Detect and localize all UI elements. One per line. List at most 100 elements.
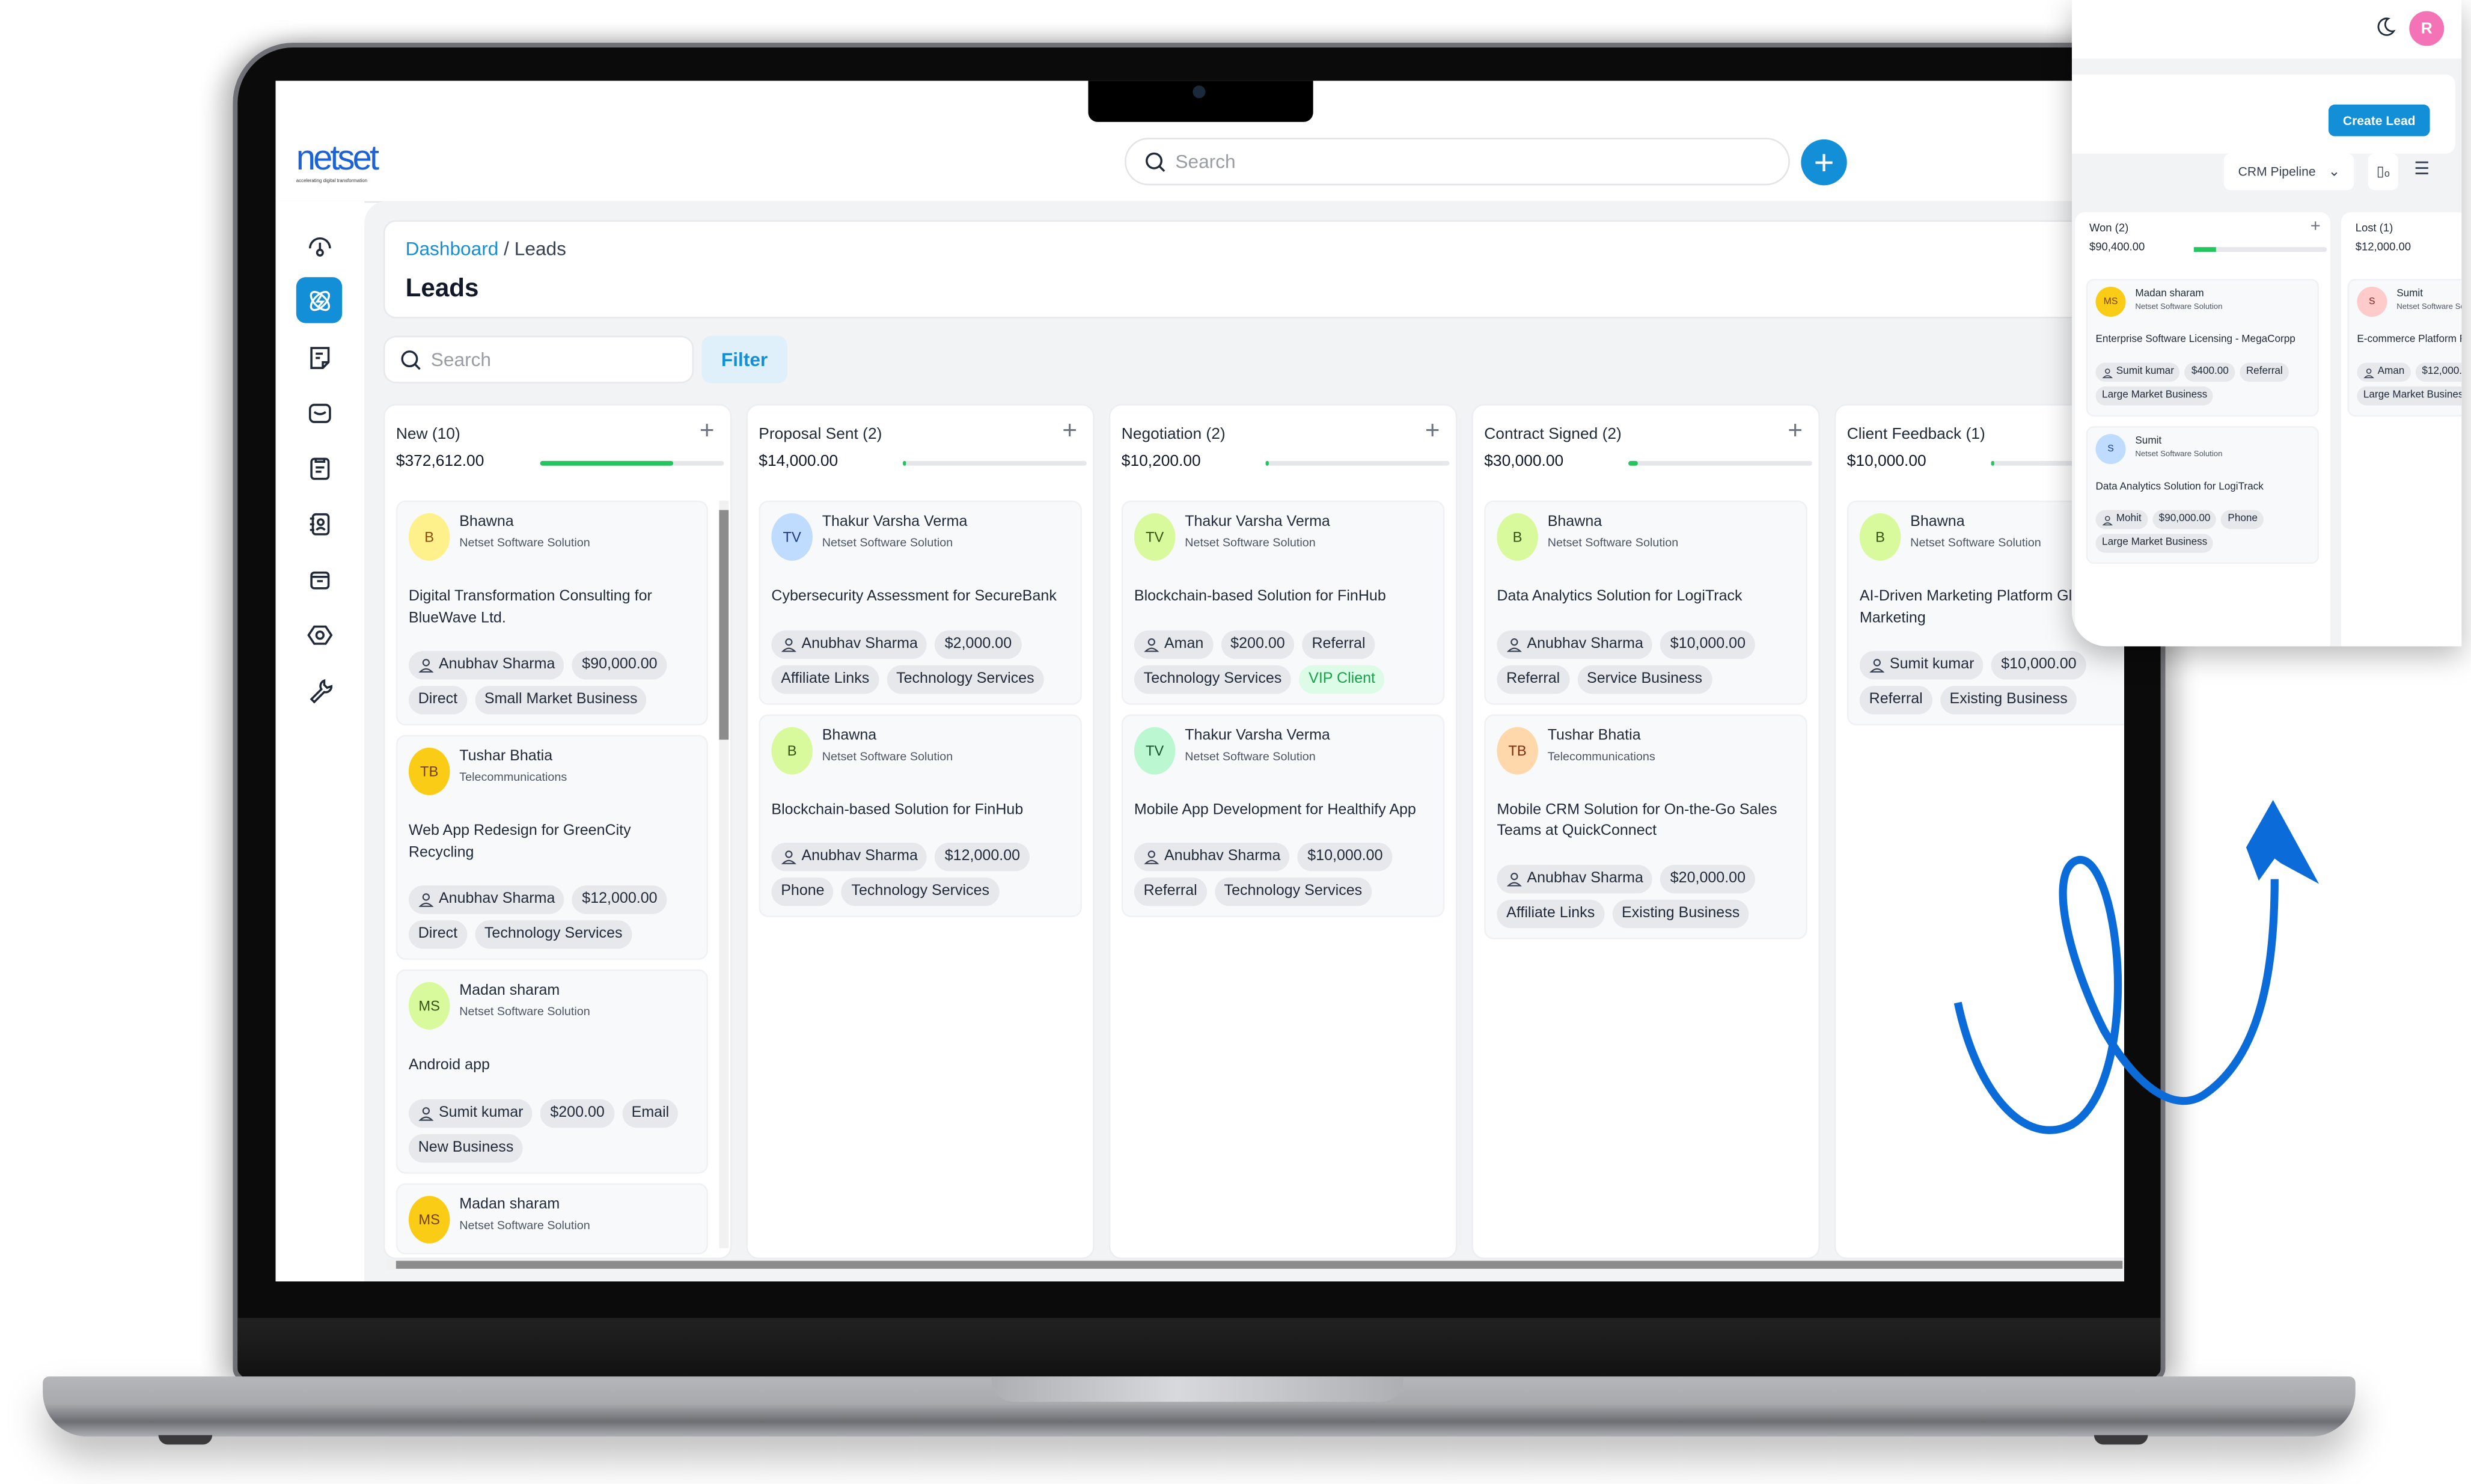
lead-card[interactable]: TV Thakur Varsha Verma Netset Software Sol… [1121,500,1445,704]
kanban-view-button[interactable]: ▯ₒ [2368,153,2398,191]
sidebar-item-contacts[interactable] [296,501,342,546]
card-header: B Bhawna Netset Software Solution [408,513,695,561]
lead-card[interactable]: S Sumit Netset Software Solution Data Analy… [2086,426,2320,564]
progress-fill [540,460,673,466]
wrench-icon [309,678,332,703]
avatar: TV [1134,726,1176,774]
lead-card[interactable]: TV Thakur Varsha Verma Netset Software Sol… [759,500,1082,704]
column-total: $372,612.00 [396,453,484,471]
avatar: MS [2095,286,2126,317]
hamburger-icon: ☰ [2414,160,2430,179]
tag: Service Business [1577,664,1712,693]
contact-company: Netset Software Solution [2135,302,2223,313]
pipeline-select-value: CRM Pipeline [2238,165,2316,179]
contact-name: Madan sharam [459,1195,560,1213]
add-lead-icon[interactable]: + [1425,418,1440,447]
contact-company: Netset Software Solution [2135,450,2223,460]
scrollbar-thumb[interactable] [719,510,729,740]
amount-tag: $20,000.00 [1660,864,1755,893]
sidebar [275,201,365,1281]
tag-list: Anubhav Sharma $12,000.00 Direct Technology… [408,885,695,949]
deal-title[interactable]: Data Analytics Solution for LogiTrack [1497,586,1794,608]
lead-card[interactable]: B Bhawna Netset Software Solution Data Anal… [1484,500,1807,704]
tag-list: Anubhav Sharma $10,000.00 Referral Service … [1497,629,1794,693]
deal-title[interactable]: Web App Redesign for GreenCity Recycling [409,820,695,863]
tag: Technology Services [1134,664,1292,693]
person-icon [781,637,796,652]
owner-tag: Anubhav Sharma [408,885,565,914]
owner-tag: Anubhav Sharma [771,629,927,658]
sidebar-item-dashboard[interactable] [296,222,342,267]
owner-name: Sumit kumar [438,1103,524,1121]
owner-name: Anubhav Sharma [438,890,555,908]
add-lead-icon[interactable]: + [1062,418,1077,447]
contact-info: Tushar Bhatia Telecommunications [459,748,567,789]
add-lead-icon[interactable]: + [700,418,715,447]
deal-title[interactable]: Blockchain-based Solution for FinHub [771,799,1069,821]
lead-card[interactable]: MS Madan sharam Netset Software Solution An… [396,969,708,1173]
deal-title[interactable]: Data Analytics Solution for LogiTrack [2096,480,2310,495]
user-avatar[interactable]: R [2409,11,2445,46]
add-lead-icon[interactable]: + [2311,217,2321,236]
card-header: B Bhawna Netset Software Solution [1497,513,1794,561]
deal-title[interactable]: Digital Transformation Consulting for Bl… [409,586,695,629]
deal-title[interactable]: E-commerce Platform FashionTrends [2357,332,2461,348]
list-view-button[interactable]: ☰ [2414,159,2430,179]
sidebar-item-mail[interactable] [296,389,342,435]
sidebar-item-notes[interactable] [296,334,342,380]
global-search-placeholder: Search [1175,150,1236,173]
amount-tag: $12,000.00 [935,842,1030,872]
deal-title[interactable]: Cybersecurity Assessment for SecureBank [771,586,1069,608]
scrollbar-thumb[interactable] [396,1260,2123,1269]
deal-title[interactable]: Blockchain-based Solution for FinHub [1134,586,1432,608]
sidebar-item-settings[interactable] [296,667,342,712]
horizontal-scrollbar[interactable] [386,1259,2123,1271]
contact-name: Tushar Bhatia [1547,726,1641,744]
contact-company: Telecommunications [1547,748,1655,763]
card-header: MS Madan sharam Netset Software Solution [408,982,695,1030]
sidebar-item-leads[interactable] [296,277,343,323]
create-lead-button[interactable]: Create Lead [2328,104,2430,136]
contact-company: Telecommunications [459,769,567,784]
contact-info: Bhawna Netset Software Solution [1548,513,1679,555]
lead-card[interactable]: B Bhawna Netset Software Solution Digital T… [396,500,708,725]
progress-fill [903,460,907,466]
deal-title[interactable]: Mobile App Development for Healthify App [1134,799,1432,821]
contact-company: Netset Software Solution [1185,535,1316,550]
add-lead-icon[interactable]: + [1788,418,1803,447]
pipeline-column: New (10) + $372,612.00 B Bhawna Netset Softwa… [383,404,732,1260]
lead-card[interactable]: B Bhawna Netset Software Solution Blockchai… [759,713,1082,917]
add-button[interactable]: + [1801,139,1847,186]
card-list: TV Thakur Varsha Verma Netset Software Sol… [1121,500,1445,927]
global-search-input[interactable]: Search [1125,138,1790,186]
sidebar-item-tasks[interactable] [296,445,342,491]
tag: Large Market Business [2095,534,2214,553]
vertical-scrollbar[interactable] [719,500,729,1248]
sidebar-item-archive[interactable] [296,556,342,602]
contact-name: Thakur Varsha Verma [822,513,968,531]
card-header: TB Tushar Bhatia Telecommunications [408,747,695,795]
lead-card[interactable]: MS Madan sharam Netset Software Solution [396,1182,708,1254]
pipeline-column: Contract Signed (2) + $30,000.00 B Bhawna Net… [1471,404,1820,1260]
tag: Technology Services [475,920,632,949]
contact-info: Thakur Varsha Verma Netset Software Solut… [1185,726,1330,768]
lead-card[interactable]: S Sumit Netset Software Solution E-commerce… [2347,278,2462,417]
deal-title[interactable]: Mobile CRM Solution for On-the-Go Sales … [1497,799,1794,842]
deal-title[interactable]: Enterprise Software Licensing - MegaCorp… [2096,332,2310,348]
column-total: $30,000.00 [1484,453,1564,471]
netset-logo[interactable]: netset accelerating digital transformati… [296,140,379,183]
lead-card[interactable]: TB Tushar Bhatia Telecommunications Mobile … [1484,713,1807,939]
lead-card[interactable]: MS Madan sharam Netset Software Solution En… [2086,278,2320,417]
lead-card[interactable]: TV Thakur Varsha Verma Netset Software Sol… [1121,713,1445,917]
board-search-input[interactable]: Search [383,335,694,383]
sidebar-item-view[interactable] [296,611,342,657]
deal-title[interactable]: Android app [409,1055,695,1076]
contact-info: Thakur Varsha Verma Netset Software Solut… [822,513,968,555]
breadcrumb-dashboard-link[interactable]: Dashboard [406,237,499,260]
column-title: Lost (1) [2355,223,2393,235]
pipeline-select[interactable]: CRM Pipeline ⌄ [2223,153,2354,191]
filter-button[interactable]: Filter [701,335,787,383]
lead-card[interactable]: TB Tushar Bhatia Telecommunications Web App… [396,734,708,960]
moon-icon[interactable] [2374,14,2396,40]
avatar: S [2095,434,2126,465]
